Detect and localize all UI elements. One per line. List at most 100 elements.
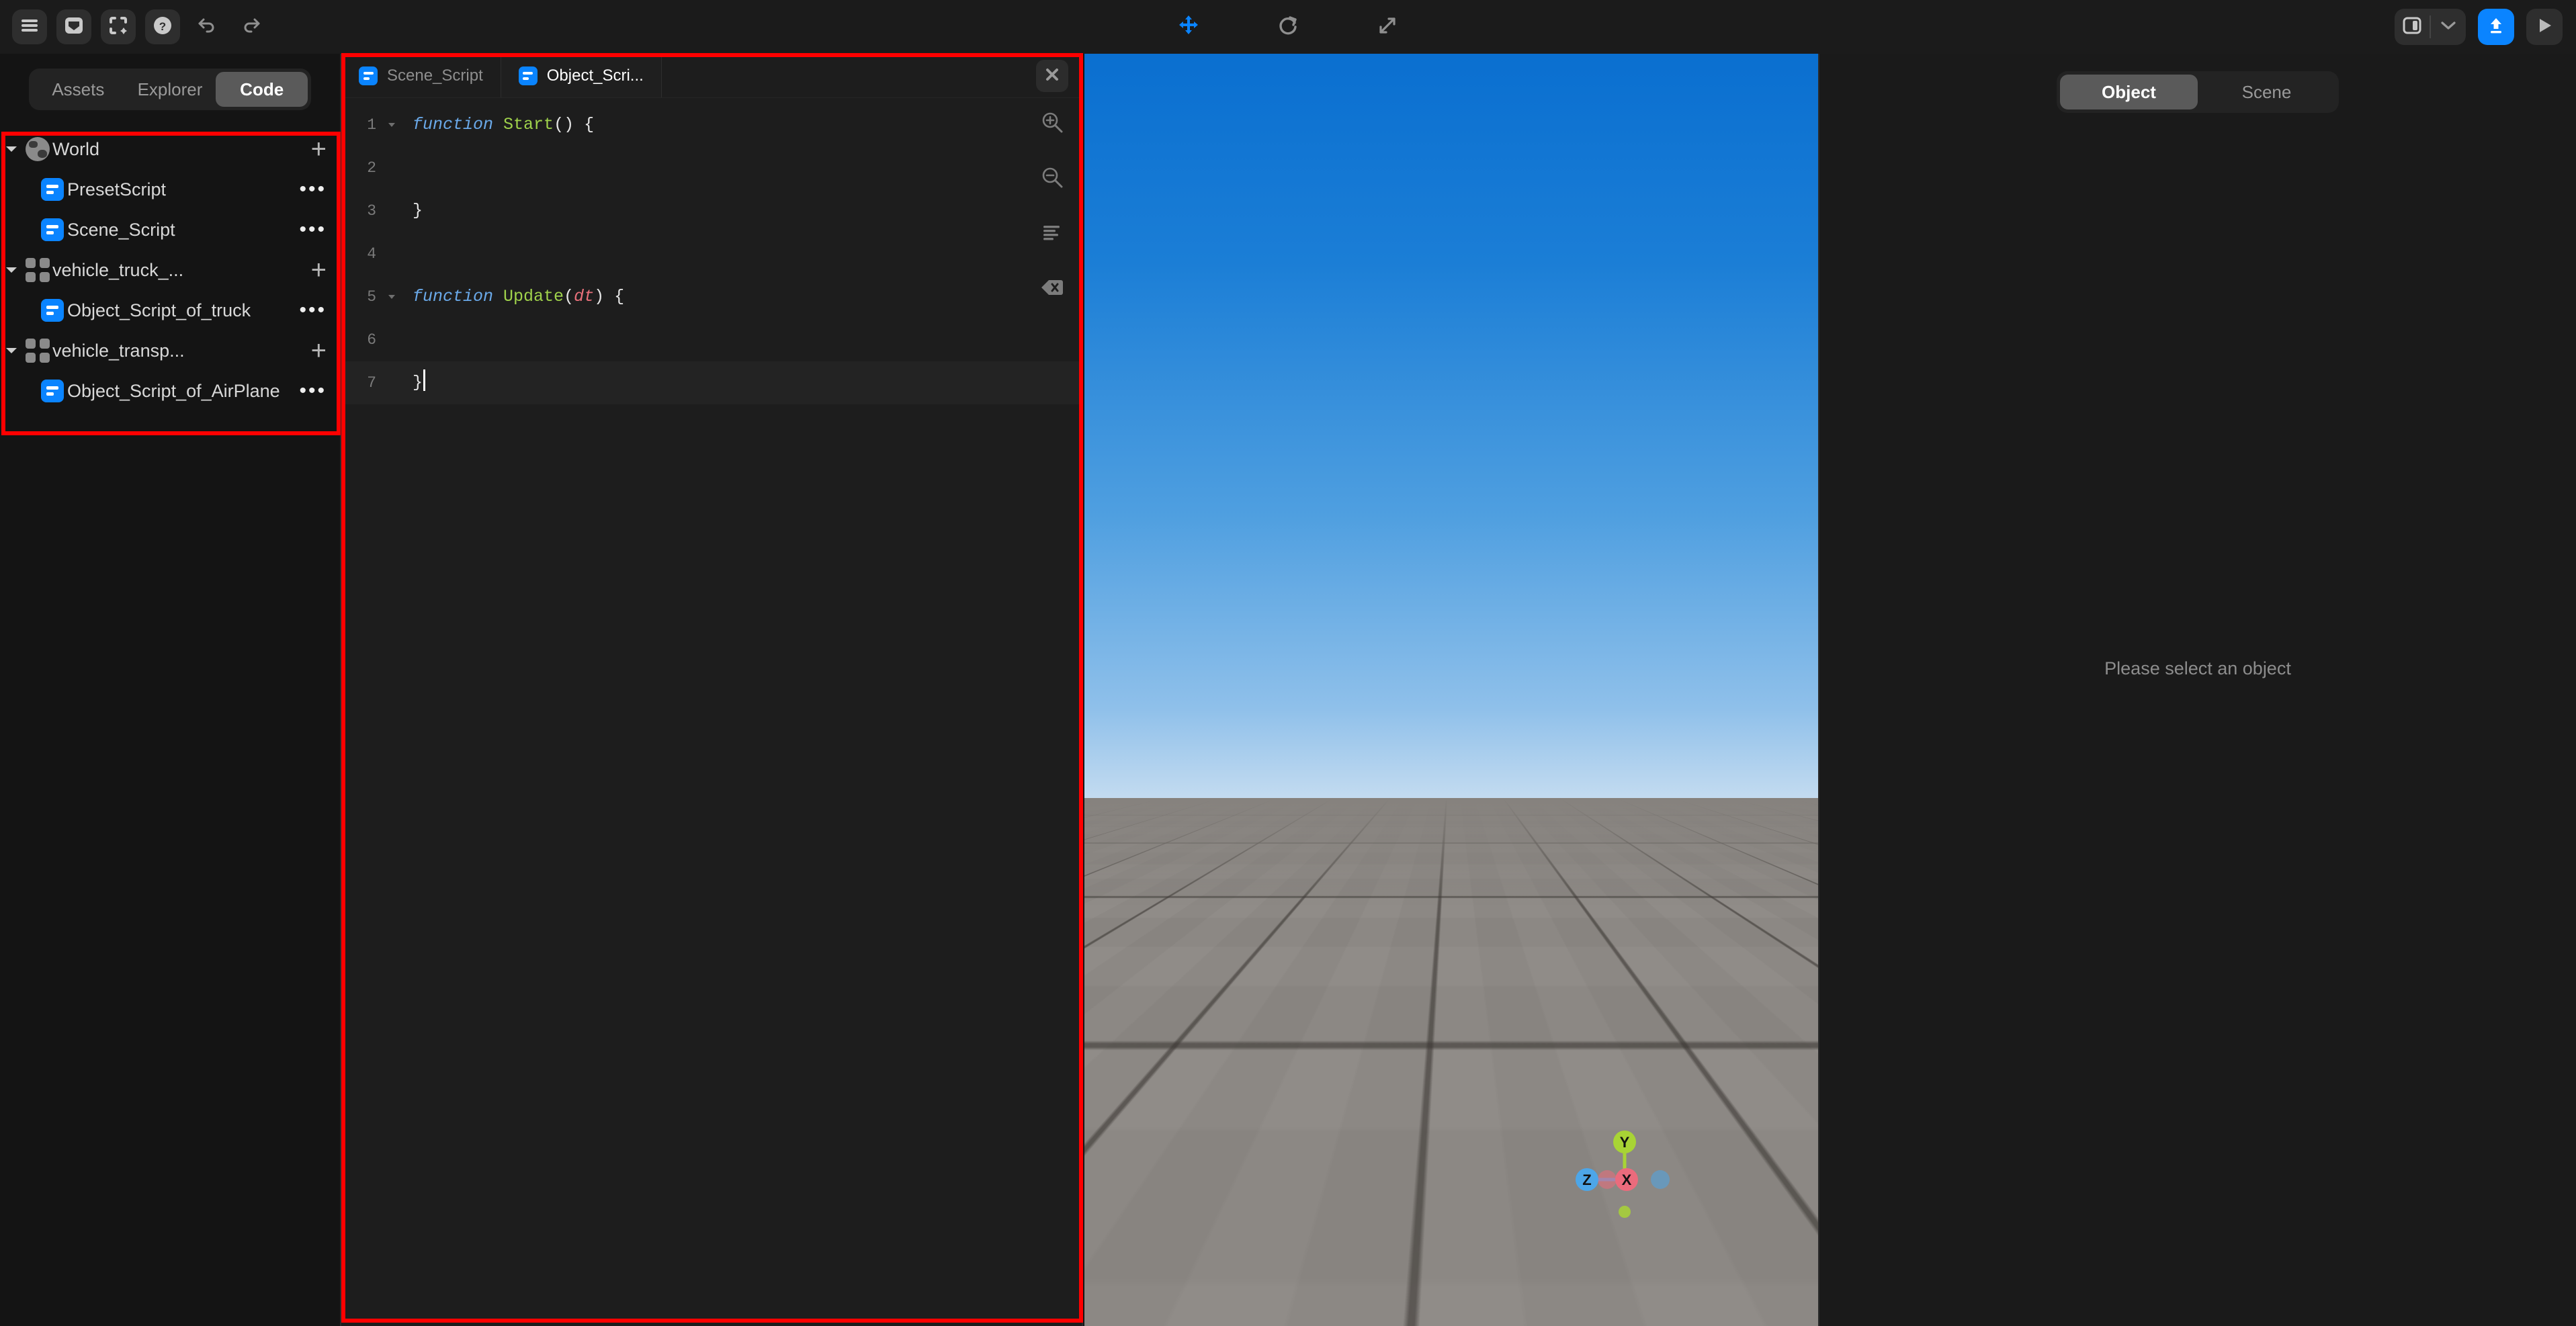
tab-assets[interactable]: Assets — [32, 72, 124, 107]
axis-gizmo[interactable]: Y Z X — [1563, 1118, 1684, 1239]
menu-button[interactable] — [12, 9, 47, 44]
menu-icon — [20, 18, 39, 36]
code-line[interactable]: 1 function Start() { — [341, 103, 1082, 146]
rotate-tool-button[interactable] — [1271, 9, 1305, 44]
left-sidebar: Assets Explorer Code World + PresetScrip… — [0, 54, 341, 1326]
help-icon: ? — [153, 15, 173, 39]
tree-item-presetscript[interactable]: PresetScript ••• — [0, 169, 340, 210]
layout-toggle-button[interactable] — [2395, 9, 2430, 45]
svg-text:Y: Y — [1620, 1134, 1630, 1151]
item-menu-button[interactable]: ••• — [299, 300, 327, 320]
move-tool-button[interactable] — [1171, 9, 1206, 44]
line-number: 7 — [341, 361, 383, 404]
layout-toggle-group — [2395, 9, 2466, 45]
toolbar-left-group: ? — [0, 9, 269, 44]
panel-button[interactable] — [56, 9, 91, 44]
editor-tab-object-script[interactable]: Object_Scri... — [501, 54, 662, 97]
tree-item-label: PresetScript — [67, 179, 166, 200]
fold-toggle-icon[interactable] — [383, 122, 400, 128]
svg-text:?: ? — [159, 20, 166, 33]
group-icon — [23, 339, 52, 363]
scale-icon — [1377, 15, 1398, 40]
item-menu-button[interactable]: ••• — [299, 179, 327, 200]
layout-panel-icon — [2402, 16, 2422, 38]
inspector-tab-group: Object Scene — [2057, 71, 2339, 113]
line-number: 2 — [341, 146, 383, 189]
code-lines[interactable]: 1 function Start() { 2 3 } 4 5 function … — [341, 98, 1082, 404]
code-line[interactable]: 2 — [341, 146, 1082, 189]
tab-object-label: Object — [2102, 82, 2156, 103]
code-text: } — [400, 189, 423, 232]
close-editor-button[interactable] — [1036, 60, 1068, 92]
fold-toggle-icon[interactable] — [383, 294, 400, 300]
tab-scene[interactable]: Scene — [2198, 75, 2335, 109]
code-line[interactable]: 5 function Update(dt) { — [341, 275, 1082, 318]
line-number: 1 — [341, 103, 383, 146]
code-line[interactable]: 3 } — [341, 189, 1082, 232]
svg-text:Z: Z — [1582, 1172, 1591, 1188]
layout-options-button[interactable] — [2431, 9, 2466, 45]
tree-item-object-script-truck[interactable]: Object_Script_of_truck ••• — [0, 290, 340, 330]
editor-tab-strip: Scene_Script Object_Scri... — [341, 54, 1082, 98]
fullscreen-button[interactable] — [101, 9, 136, 44]
code-area[interactable]: 1 function Start() { 2 3 } 4 5 function … — [341, 98, 1082, 1326]
tree-item-scene-script[interactable]: Scene_Script ••• — [0, 210, 340, 250]
code-line[interactable]: 4 — [341, 232, 1082, 275]
zoom-in-icon[interactable] — [1037, 107, 1067, 137]
line-number: 5 — [341, 275, 383, 318]
script-icon — [38, 178, 67, 201]
add-child-button[interactable]: + — [311, 337, 327, 364]
format-code-icon[interactable] — [1037, 218, 1067, 247]
app-root: ? Assets Explorer Code World + PresetScr… — [0, 0, 2576, 1326]
code-line-active[interactable]: 7 } — [341, 361, 1082, 404]
code-line[interactable]: 6 — [341, 318, 1082, 361]
top-toolbar: ? — [0, 0, 2576, 54]
script-icon — [38, 218, 67, 241]
tree-item-vehicle-transport[interactable]: vehicle_transp... + — [0, 330, 340, 371]
zoom-out-icon[interactable] — [1037, 163, 1067, 192]
caret-down-icon[interactable] — [0, 266, 23, 274]
tree-item-label: World — [52, 139, 99, 160]
fullscreen-icon — [109, 16, 128, 38]
editor-tool-rail — [1037, 107, 1067, 302]
editor-tab-scene-script[interactable]: Scene_Script — [341, 54, 501, 97]
scene-viewport[interactable]: Y Z X — [1084, 54, 1818, 1326]
undo-button[interactable] — [189, 9, 224, 44]
tree-item-label: Scene_Script — [67, 220, 175, 240]
close-icon — [1045, 67, 1060, 85]
redo-button[interactable] — [234, 9, 269, 44]
line-number: 4 — [341, 232, 383, 275]
line-number: 6 — [341, 318, 383, 361]
help-button[interactable]: ? — [145, 9, 180, 44]
chevron-down-icon — [2440, 20, 2456, 34]
item-menu-button[interactable]: ••• — [299, 220, 327, 240]
script-icon — [519, 67, 538, 85]
tab-scene-label: Scene — [2242, 82, 2292, 103]
move-icon — [1177, 14, 1200, 40]
caret-down-icon[interactable] — [0, 145, 23, 153]
add-child-button[interactable]: + — [311, 257, 327, 283]
tree-item-label: Object_Script_of_truck — [67, 300, 251, 321]
inspector-empty-message: Please select an object — [1819, 658, 2576, 679]
script-icon — [38, 299, 67, 322]
add-child-button[interactable]: + — [311, 136, 327, 163]
tree-item-vehicle-truck[interactable]: vehicle_truck_... + — [0, 250, 340, 290]
tab-code[interactable]: Code — [216, 72, 308, 107]
tab-object[interactable]: Object — [2060, 75, 2198, 109]
script-tree: World + PresetScript ••• Scene_Script •• — [0, 129, 340, 411]
publish-button[interactable] — [2478, 9, 2514, 45]
tree-item-object-script-airplane[interactable]: Object_Script_of_AirPlane ••• — [0, 371, 340, 411]
tree-item-world[interactable]: World + — [0, 129, 340, 169]
scale-tool-button[interactable] — [1370, 9, 1405, 44]
clear-icon[interactable] — [1037, 273, 1067, 302]
play-button[interactable] — [2526, 9, 2563, 45]
tab-code-label: Code — [240, 79, 284, 100]
item-menu-button[interactable]: ••• — [299, 381, 327, 401]
code-text: } — [400, 361, 425, 404]
tree-item-label: Object_Script_of_AirPlane — [67, 381, 280, 402]
tab-explorer[interactable]: Explorer — [124, 72, 216, 107]
script-icon — [359, 67, 378, 85]
caret-down-icon[interactable] — [0, 347, 23, 355]
text-cursor — [423, 369, 425, 391]
globe-icon — [23, 137, 52, 161]
